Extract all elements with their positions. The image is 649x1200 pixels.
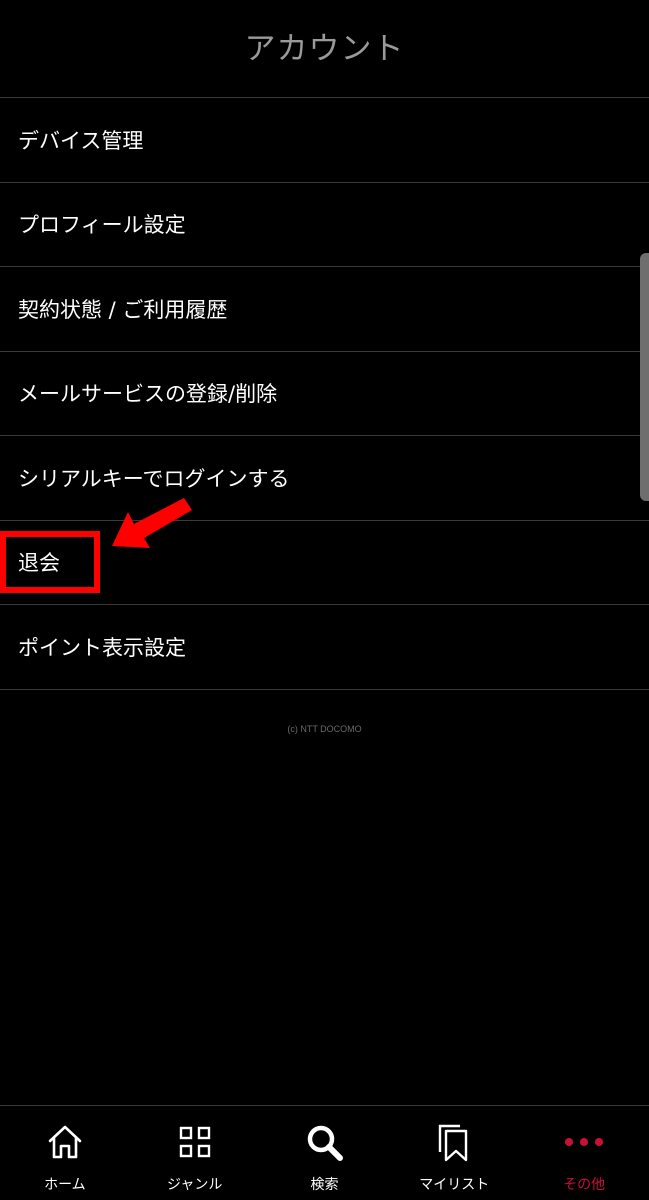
nav-item-more[interactable]: その他 [519,1106,649,1200]
bookmark-icon [434,1122,474,1162]
grid-icon [175,1122,215,1162]
nav-label-search: 検索 [310,1177,339,1193]
nav-item-home[interactable]: ホーム [0,1106,130,1200]
scrollbar[interactable] [640,253,649,501]
menu-item-serial-key-login[interactable]: シリアルキーでログインする [0,436,649,521]
nav-label-mylist: マイリスト [419,1177,490,1193]
nav-label-home: ホーム [44,1177,86,1193]
nav-label-genre: ジャンル [167,1177,223,1193]
bottom-navigation: ホーム ジャンル 検索 マイリスト その他 [0,1105,649,1200]
nav-item-mylist[interactable]: マイリスト [389,1106,519,1200]
nav-item-search[interactable]: 検索 [260,1106,390,1200]
more-icon [564,1122,604,1162]
page-title: アカウント [244,31,405,67]
annotation-arrow-icon [112,498,192,548]
nav-label-more: その他 [563,1177,606,1193]
account-menu: デバイス管理 プロフィール設定 契約状態 / ご利用履歴 メールサービスの登録/… [0,98,649,690]
menu-item-contract-status[interactable]: 契約状態 / ご利用履歴 [0,267,649,352]
annotation-highlight-box [0,531,100,593]
menu-item-profile-settings[interactable]: プロフィール設定 [0,183,649,267]
header: アカウント [0,0,649,98]
nav-item-genre[interactable]: ジャンル [130,1106,260,1200]
search-icon [304,1122,344,1162]
copyright-text: (c) NTT DOCOMO [287,724,362,734]
menu-item-device-management[interactable]: デバイス管理 [0,98,649,183]
home-icon [45,1122,85,1162]
menu-item-point-display[interactable]: ポイント表示設定 [0,605,649,690]
menu-item-mail-service[interactable]: メールサービスの登録/削除 [0,352,649,436]
